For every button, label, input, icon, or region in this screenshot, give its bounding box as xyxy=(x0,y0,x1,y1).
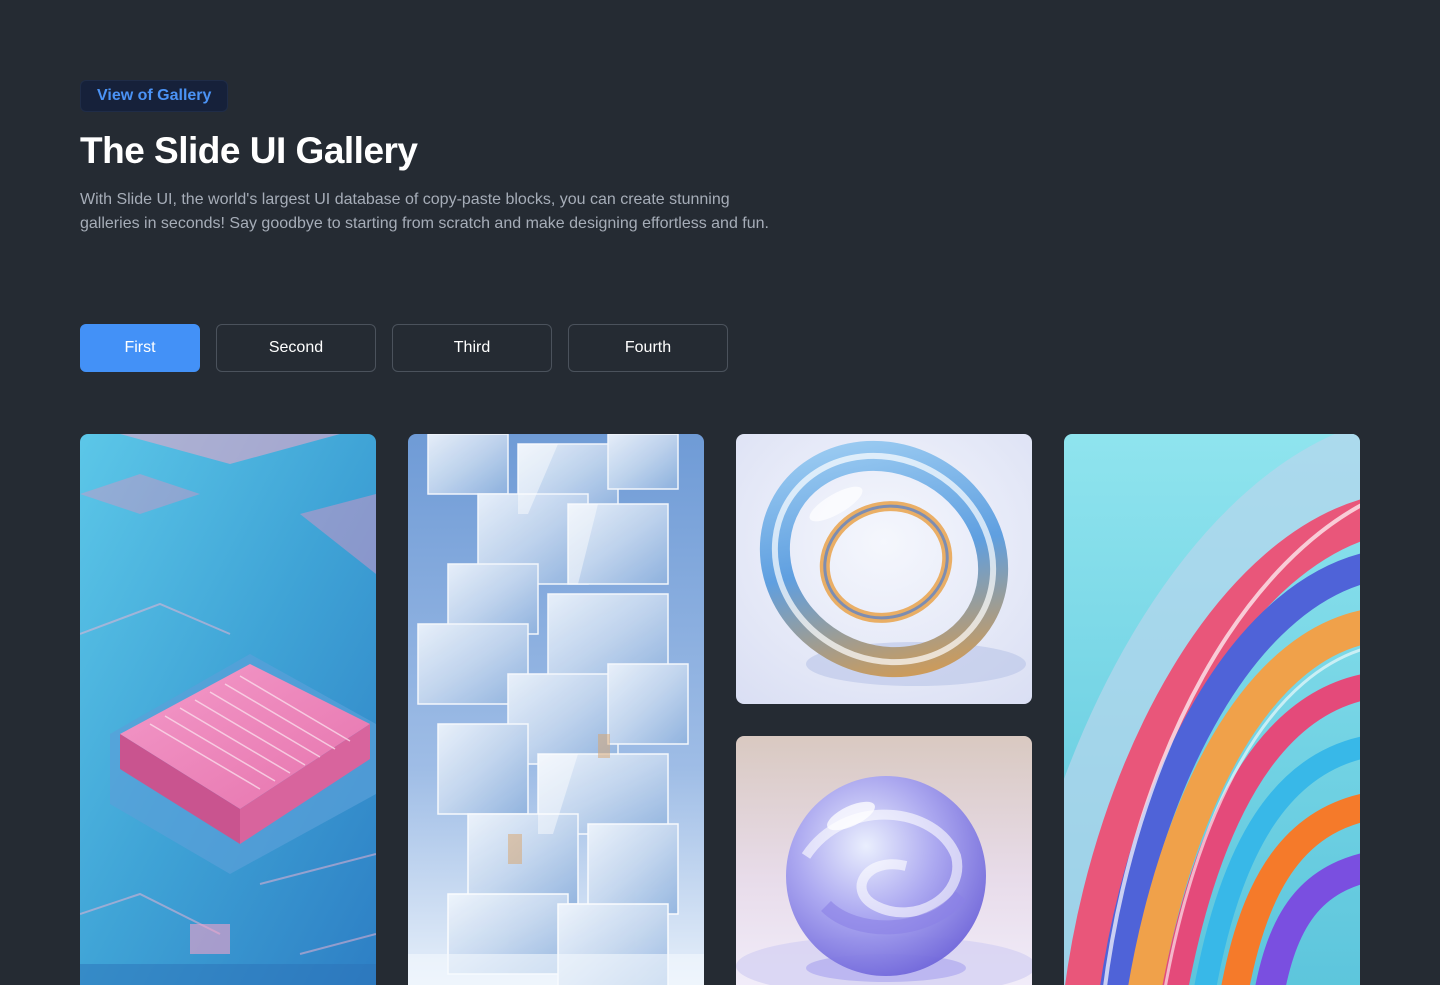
glass-ring-illustration xyxy=(736,434,1032,704)
glass-cube-tower-illustration xyxy=(408,434,704,985)
gallery-image-iridescent-wave[interactable] xyxy=(1064,434,1360,985)
page-title: The Slide UI Gallery xyxy=(80,130,418,171)
tab-second[interactable]: Second xyxy=(216,324,376,372)
circuit-chip-illustration xyxy=(80,434,376,985)
gallery-page: View of Gallery The Slide UI Gallery Wit… xyxy=(0,0,1440,985)
gallery-image-glass-cube-tower[interactable] xyxy=(408,434,704,985)
tab-fourth[interactable]: Fourth xyxy=(568,324,728,372)
gallery-image-circuit-chip[interactable] xyxy=(80,434,376,985)
page-description: With Slide UI, the world's largest UI da… xyxy=(80,191,769,232)
tab-first[interactable]: First xyxy=(80,324,200,372)
section-badge: View of Gallery xyxy=(80,80,229,112)
gallery-image-glass-sphere[interactable] xyxy=(736,736,1032,985)
gallery-image-glass-ring[interactable] xyxy=(736,434,1032,704)
section-badge-label: View of Gallery xyxy=(97,87,212,104)
glass-sphere-illustration xyxy=(736,736,1032,985)
gallery-tabs: First Second Third Fourth xyxy=(80,324,728,372)
tab-third[interactable]: Third xyxy=(392,324,552,372)
iridescent-wave-illustration xyxy=(1064,434,1360,985)
